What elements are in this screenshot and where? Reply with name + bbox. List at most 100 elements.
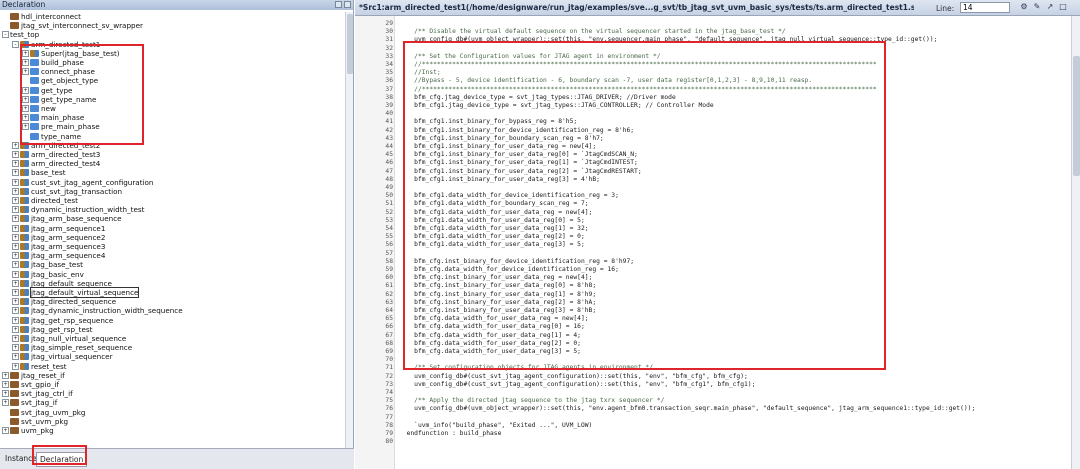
code-area[interactable]: /** Disable the virtual default sequence… bbox=[395, 16, 1070, 469]
code-line[interactable]: bfm_cfg1.inst_binary_for_bypass_reg = 8'… bbox=[399, 118, 577, 125]
minimize-icon[interactable] bbox=[335, 1, 342, 8]
tree-item[interactable]: + jtag_dynamic_instruction_width_sequence bbox=[12, 306, 183, 315]
expand-icon[interactable]: + bbox=[12, 316, 19, 324]
code-line[interactable]: bfm_cfg1.data_width_for_boundary_scan_re… bbox=[399, 200, 588, 207]
tree-item[interactable]: jtag_svt_interconnect_sv_wrapper bbox=[2, 21, 143, 30]
expand-icon[interactable]: + bbox=[12, 362, 19, 370]
collapse-icon[interactable]: - bbox=[12, 40, 19, 48]
expand-icon[interactable]: + bbox=[22, 49, 29, 57]
code-line[interactable]: bfm_cfg1.inst_binary_for_user_data_reg[3… bbox=[399, 176, 600, 183]
expand-icon[interactable]: + bbox=[12, 298, 19, 306]
code-line[interactable]: bfm_cfg1.data_width_for_device_identific… bbox=[399, 192, 619, 199]
expand-icon[interactable]: + bbox=[2, 427, 9, 435]
expand-icon[interactable]: + bbox=[12, 169, 19, 177]
code-line[interactable]: /** Disable the virtual default sequence… bbox=[399, 28, 786, 35]
tree-item[interactable]: + jtag_arm_sequence2 bbox=[12, 233, 105, 242]
code-line[interactable]: bfm_cfg.inst_binary_for_device_identific… bbox=[399, 258, 634, 265]
expand-icon[interactable]: + bbox=[12, 325, 19, 333]
expand-icon[interactable]: + bbox=[12, 187, 19, 195]
code-line[interactable]: uvm_config_db#(uvm_object_wrapper)::set(… bbox=[399, 405, 975, 412]
tree-item[interactable]: + connect_phase bbox=[22, 67, 95, 76]
expand-icon[interactable]: + bbox=[12, 279, 19, 287]
expand-icon[interactable]: + bbox=[12, 335, 19, 343]
code-line[interactable]: bfm_cfg1.inst_binary_for_device_identifi… bbox=[399, 127, 634, 134]
expand-icon[interactable]: + bbox=[2, 371, 9, 379]
expand-icon[interactable]: + bbox=[12, 233, 19, 241]
code-line[interactable]: bfm_cfg.inst_binary_for_user_data_reg[0]… bbox=[399, 282, 596, 289]
tree-item[interactable]: + jtag_arm_base_sequence bbox=[12, 214, 122, 223]
tree-item[interactable]: hdl_interconnect bbox=[2, 12, 81, 21]
tree-item[interactable]: + jtag_default_sequence bbox=[12, 279, 112, 288]
expand-icon[interactable]: + bbox=[12, 353, 19, 361]
code-line[interactable]: bfm_cfg.jtag_device_type = svt_jtag_type… bbox=[399, 94, 676, 101]
scroll-thumb[interactable] bbox=[347, 14, 353, 74]
code-line[interactable]: bfm_cfg.inst_binary_for_user_data_reg[2]… bbox=[399, 299, 596, 306]
code-line[interactable]: bfm_cfg1.inst_binary_for_boundary_scan_r… bbox=[399, 135, 604, 142]
code-line[interactable]: `uvm_info("build_phase", "Exited ...", U… bbox=[399, 422, 592, 429]
expand-icon[interactable]: + bbox=[12, 141, 19, 149]
code-line[interactable]: bfm_cfg1.inst_binary_for_user_data_reg[1… bbox=[399, 159, 638, 166]
tree-item[interactable]: + jtag_directed_sequence bbox=[12, 297, 116, 306]
arrow-icon[interactable]: ↗ bbox=[1045, 2, 1055, 12]
expand-icon[interactable]: + bbox=[22, 105, 29, 113]
tree-item[interactable]: + reset_test bbox=[12, 362, 67, 371]
code-line[interactable]: bfm_cfg1.inst_binary_for_user_data_reg =… bbox=[399, 143, 596, 150]
tree-item[interactable]: - arm_directed_test1 bbox=[12, 40, 100, 49]
line-number-input[interactable] bbox=[960, 2, 1010, 13]
code-line[interactable]: bfm_cfg.data_width_for_user_data_reg[1] … bbox=[399, 332, 581, 339]
tree-item[interactable]: + jtag_base_test bbox=[12, 260, 83, 269]
code-line[interactable]: bfm_cfg1.inst_binary_for_user_data_reg[0… bbox=[399, 151, 638, 158]
tree-item[interactable]: type_name bbox=[22, 132, 81, 141]
code-line[interactable]: bfm_cfg1.data_width_for_user_data_reg[2]… bbox=[399, 233, 585, 240]
tree-item[interactable]: + uvm_pkg bbox=[2, 426, 54, 435]
tab-instance[interactable]: Instance bbox=[2, 452, 40, 465]
tree-item[interactable]: + svt_gpio_if bbox=[2, 380, 59, 389]
tree-item[interactable]: + arm_directed_test3 bbox=[12, 150, 100, 159]
code-line[interactable]: bfm_cfg1.data_width_for_user_data_reg[0]… bbox=[399, 217, 585, 224]
expand-icon[interactable]: + bbox=[12, 160, 19, 168]
expand-icon[interactable]: + bbox=[22, 68, 29, 76]
expand-icon[interactable]: + bbox=[12, 243, 19, 251]
tree-item[interactable]: + jtag_reset_if bbox=[2, 371, 65, 380]
code-line[interactable]: //**************************************… bbox=[399, 61, 877, 68]
tree-item[interactable]: + base_test bbox=[12, 168, 66, 177]
expand-icon[interactable]: + bbox=[12, 197, 19, 205]
expand-icon[interactable]: + bbox=[22, 59, 29, 67]
expand-icon[interactable]: + bbox=[12, 307, 19, 315]
code-line[interactable]: //Inst; bbox=[399, 69, 441, 76]
expand-icon[interactable]: + bbox=[2, 390, 9, 398]
code-line[interactable]: uvm_config_db#(cust_svt_jtag_agent_confi… bbox=[399, 373, 748, 380]
tree-item[interactable]: + jtag_null_virtual_sequence bbox=[12, 334, 126, 343]
code-line[interactable]: /** Set the Configuration values for JTA… bbox=[399, 53, 660, 60]
expand-icon[interactable]: + bbox=[22, 123, 29, 131]
tree-item[interactable]: + main_phase bbox=[22, 113, 84, 122]
tree-item[interactable]: + cust_svt_jtag_agent_configuration bbox=[12, 178, 153, 187]
expand-icon[interactable]: + bbox=[12, 151, 19, 159]
scroll-thumb[interactable] bbox=[1073, 56, 1080, 176]
gear-icon[interactable]: ⚙ bbox=[1019, 2, 1029, 12]
code-line[interactable]: bfm_cfg1.data_width_for_user_data_reg[3]… bbox=[399, 241, 585, 248]
tree-item[interactable]: + jtag_basic_env bbox=[12, 270, 84, 279]
tree-item[interactable]: + directed_test bbox=[12, 196, 78, 205]
expand-icon[interactable]: + bbox=[2, 399, 9, 407]
tree-item[interactable]: + jtag_get_rsp_sequence bbox=[12, 316, 113, 325]
code-line[interactable]: bfm_cfg.data_width_for_user_data_reg[3] … bbox=[399, 348, 581, 355]
tree-item[interactable]: + arm_directed_test4 bbox=[12, 159, 100, 168]
code-line[interactable]: bfm_cfg1.inst_binary_for_user_data_reg[2… bbox=[399, 168, 641, 175]
tree-item[interactable]: get_object_type bbox=[22, 76, 98, 85]
tree-scrollbar[interactable] bbox=[345, 12, 353, 448]
close-icon[interactable] bbox=[344, 1, 351, 8]
code-line[interactable]: /** Apply the directed jtag sequence to … bbox=[399, 397, 664, 404]
expand-icon[interactable]: + bbox=[12, 270, 19, 278]
pin-icon[interactable]: ✎ bbox=[1032, 2, 1042, 12]
expand-icon[interactable]: + bbox=[12, 344, 19, 352]
expand-icon[interactable]: + bbox=[12, 261, 19, 269]
tree-item[interactable]: + jtag_simple_reset_sequence bbox=[12, 343, 132, 352]
expand-icon[interactable]: + bbox=[12, 178, 19, 186]
code-line[interactable]: bfm_cfg1.data_width_for_user_data_reg[1]… bbox=[399, 225, 588, 232]
code-line[interactable]: uvm_config_db#(cust_svt_jtag_agent_confi… bbox=[399, 381, 755, 388]
tree-item[interactable]: + jtag_arm_sequence4 bbox=[12, 251, 105, 260]
tree-item[interactable]: + jtag_default_virtual_sequence bbox=[12, 287, 140, 299]
code-line[interactable]: /** Set configuration objects for JTAG a… bbox=[399, 364, 653, 371]
tree-item[interactable]: + jtag_arm_sequence3 bbox=[12, 242, 105, 251]
